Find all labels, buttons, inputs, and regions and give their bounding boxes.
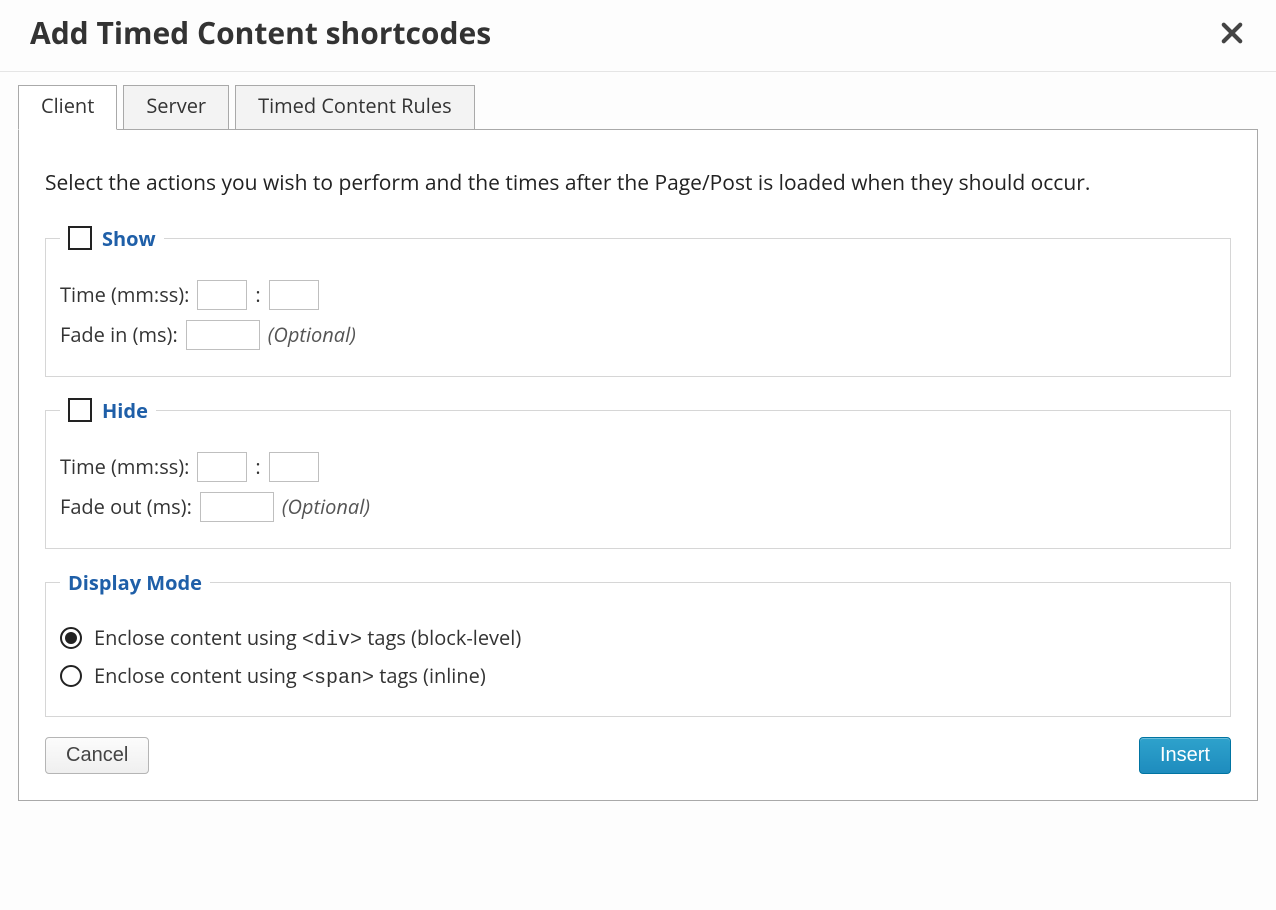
optional-hide-fade: (Optional) <box>282 493 370 520</box>
radio-span-post: tags (inline) <box>374 662 486 689</box>
colon-show: : <box>255 281 260 308</box>
radio-span-code: <span> <box>302 667 374 690</box>
fieldset-hide: Hide Time (mm:ss): : Fade out (ms): (Opt… <box>45 397 1231 549</box>
radio-row-span[interactable]: Enclose content using <span> tags (inlin… <box>60 662 1216 690</box>
radio-span[interactable] <box>60 665 82 687</box>
cancel-button[interactable]: Cancel <box>45 737 149 774</box>
input-hide-mm[interactable] <box>197 452 247 482</box>
row-show-time: Time (mm:ss): : <box>60 280 1216 310</box>
radio-div-label: Enclose content using <div> tags (block-… <box>94 624 521 652</box>
radio-div-post: tags (block-level) <box>362 624 521 651</box>
tabpanel-client: Select the actions you wish to perform a… <box>18 129 1258 801</box>
radio-div-code: <div> <box>302 629 362 652</box>
checkbox-show[interactable] <box>68 226 92 250</box>
label-show-time: Time (mm:ss): <box>60 281 189 308</box>
fieldset-display-mode: Display Mode Enclose content using <div>… <box>45 569 1231 717</box>
intro-text: Select the actions you wish to perform a… <box>45 166 1231 201</box>
insert-button[interactable]: Insert <box>1139 737 1231 774</box>
radio-div-pre: Enclose content using <box>94 624 302 651</box>
tab-rules[interactable]: Timed Content Rules <box>235 85 475 130</box>
button-row: Cancel Insert <box>45 737 1231 774</box>
radio-span-pre: Enclose content using <box>94 662 302 689</box>
tab-client[interactable]: Client <box>18 85 117 130</box>
input-show-mm[interactable] <box>197 280 247 310</box>
legend-display-mode-label: Display Mode <box>68 569 202 596</box>
fieldset-show: Show Time (mm:ss): : Fade in (ms): (Opti… <box>45 225 1231 377</box>
close-button[interactable] <box>1218 19 1246 47</box>
row-show-fade: Fade in (ms): (Optional) <box>60 320 1216 350</box>
checkbox-hide[interactable] <box>68 398 92 422</box>
legend-hide: Hide <box>60 397 156 424</box>
row-hide-fade: Fade out (ms): (Optional) <box>60 492 1216 522</box>
row-hide-time: Time (mm:ss): : <box>60 452 1216 482</box>
legend-display-mode: Display Mode <box>60 569 210 596</box>
dialog-body: Client Server Timed Content Rules Select… <box>0 72 1276 819</box>
dialog: Add Timed Content shortcodes Client Serv… <box>0 0 1276 910</box>
input-hide-fade[interactable] <box>200 492 274 522</box>
label-show-fade: Fade in (ms): <box>60 321 178 348</box>
legend-show: Show <box>60 225 164 252</box>
input-show-ss[interactable] <box>269 280 319 310</box>
titlebar: Add Timed Content shortcodes <box>0 0 1276 72</box>
colon-hide: : <box>255 453 260 480</box>
optional-show-fade: (Optional) <box>268 321 356 348</box>
radio-row-div[interactable]: Enclose content using <div> tags (block-… <box>60 624 1216 652</box>
legend-hide-label: Hide <box>102 397 148 424</box>
tabstrip: Client Server Timed Content Rules <box>18 84 1258 129</box>
label-hide-fade: Fade out (ms): <box>60 493 192 520</box>
legend-show-label: Show <box>102 225 156 252</box>
close-icon <box>1221 22 1243 44</box>
dialog-title: Add Timed Content shortcodes <box>30 12 491 53</box>
radio-span-label: Enclose content using <span> tags (inlin… <box>94 662 486 690</box>
label-hide-time: Time (mm:ss): <box>60 453 189 480</box>
input-show-fade[interactable] <box>186 320 260 350</box>
tab-server[interactable]: Server <box>123 85 229 130</box>
input-hide-ss[interactable] <box>269 452 319 482</box>
radio-div[interactable] <box>60 627 82 649</box>
